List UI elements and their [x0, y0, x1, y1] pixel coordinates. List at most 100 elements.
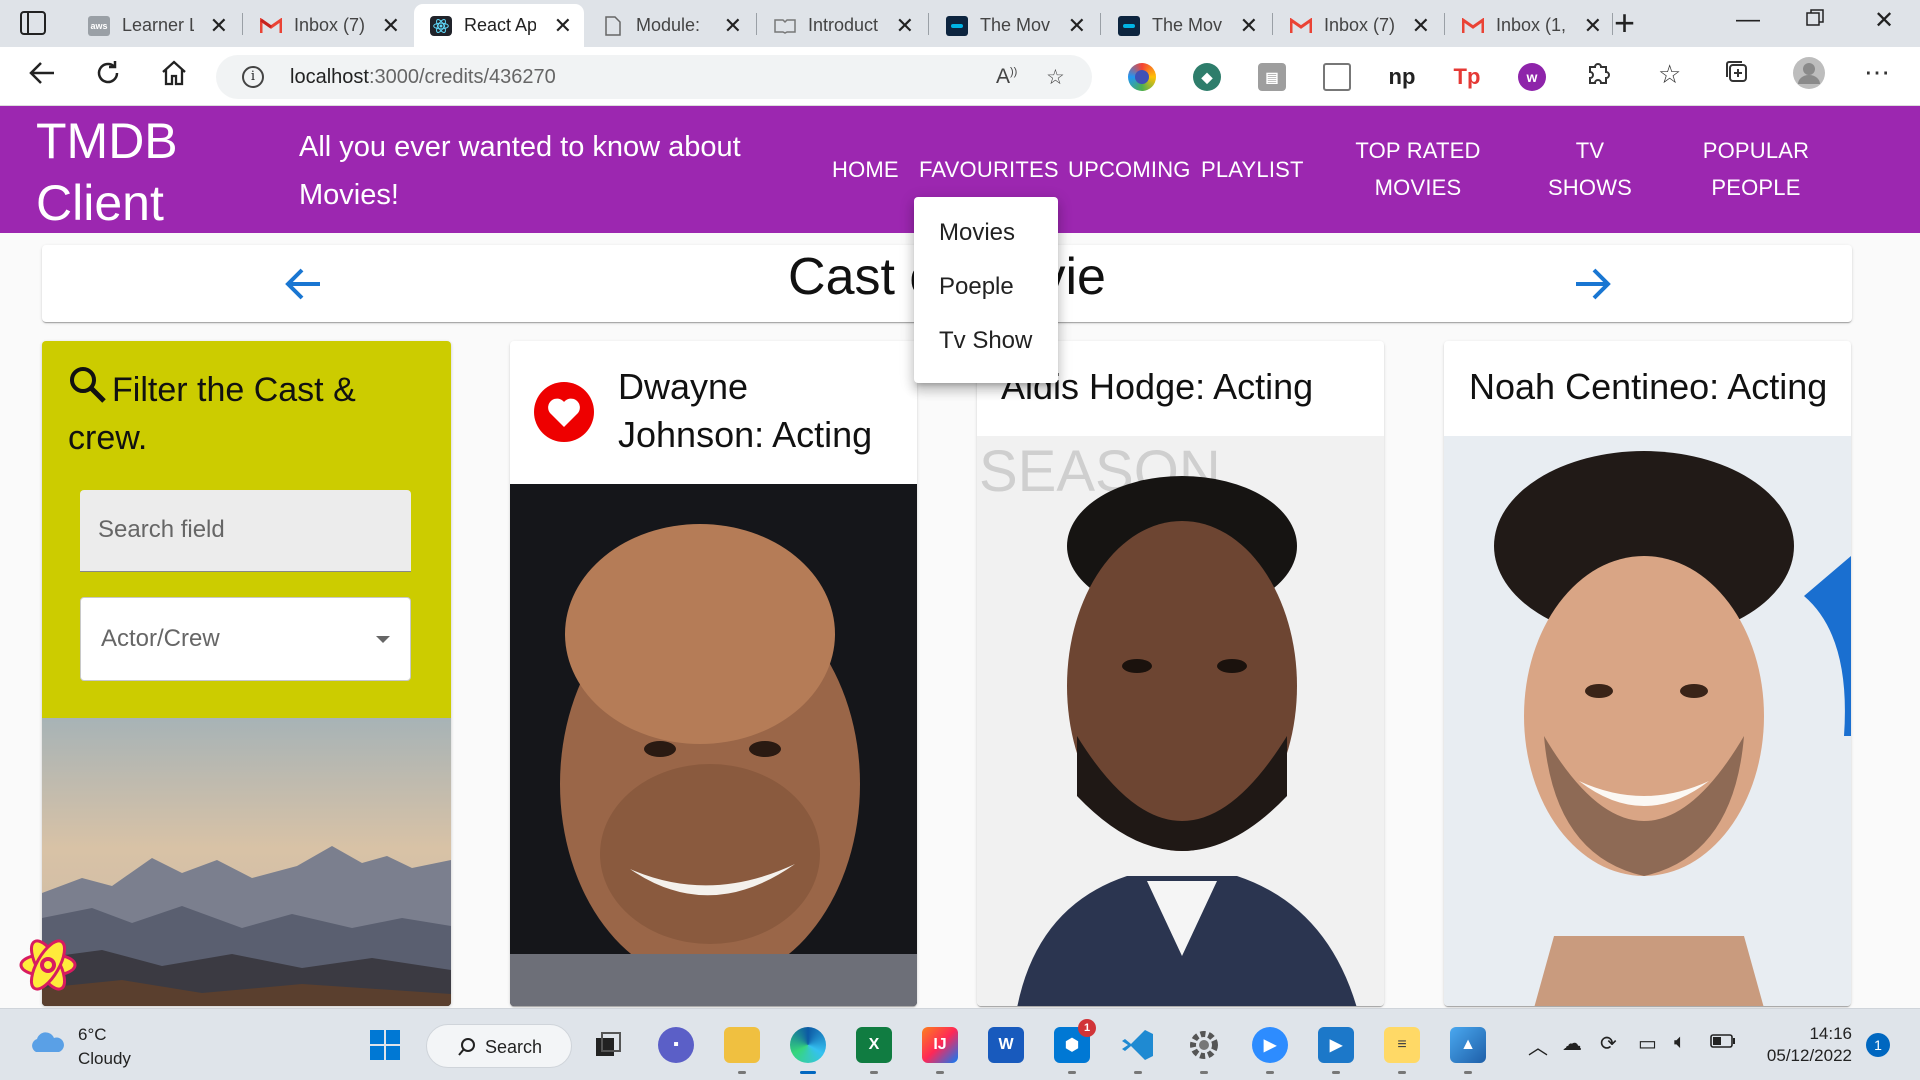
menu-item-people[interactable]: Poeple — [914, 267, 1058, 321]
collections-icon[interactable] — [1724, 59, 1750, 92]
close-tab-icon[interactable]: ✕ — [1068, 13, 1086, 39]
vscode-icon[interactable] — [1120, 1027, 1156, 1074]
more-menu-icon[interactable]: ⋯ — [1864, 57, 1890, 88]
nav-home[interactable]: HOME — [832, 151, 899, 188]
close-tab-icon[interactable]: ✕ — [724, 13, 742, 39]
word-icon[interactable]: W — [988, 1027, 1024, 1063]
nav-popular-people[interactable]: POPULAR PEOPLE — [1698, 132, 1814, 206]
browser-tab[interactable]: The Mov ✕ — [930, 4, 1098, 47]
weather-widget[interactable]: 6°C Cloudy — [28, 1023, 131, 1071]
heart-icon — [548, 398, 580, 427]
system-clock[interactable]: 14:16 05/12/2022 — [1758, 1023, 1852, 1067]
app-brand[interactable]: TMDB Client — [36, 110, 256, 234]
cast-name: Dwayne Johnson: Acting — [618, 366, 873, 455]
chevron-down-icon — [376, 636, 390, 643]
close-tab-icon[interactable]: ✕ — [1240, 13, 1258, 39]
browser-tab[interactable]: aws Learner L ✕ — [72, 4, 240, 47]
close-tab-icon[interactable]: ✕ — [1412, 13, 1430, 39]
media-player-icon[interactable]: ▶ — [1318, 1027, 1354, 1074]
aws-icon: aws — [88, 15, 110, 36]
tab-title: Learner L — [122, 15, 194, 35]
arrow-right-icon — [1576, 268, 1611, 300]
onedrive-cloud-icon[interactable]: ☁ — [1562, 1031, 1582, 1056]
read-aloud-icon[interactable]: A)) — [996, 65, 1017, 89]
browser-tab[interactable]: Inbox (7) ✕ — [244, 4, 412, 47]
nav-top-rated-movies[interactable]: TOP RATED MOVIES — [1352, 132, 1484, 206]
favourites-icon[interactable]: ☆ — [1658, 59, 1681, 90]
photos-icon[interactable]: ▲ — [1450, 1027, 1486, 1074]
browser-tab-active[interactable]: React Ap ✕ — [414, 4, 584, 47]
network-icon[interactable]: ▭ — [1638, 1031, 1657, 1056]
url-text[interactable]: localhost:3000/credits/436270 — [290, 66, 556, 89]
start-windows-icon[interactable] — [367, 1027, 403, 1063]
extension-w-icon[interactable]: w — [1518, 63, 1546, 91]
new-tab-plus-icon[interactable]: + — [1614, 2, 1635, 44]
minimize-icon[interactable]: — — [1736, 6, 1760, 34]
site-info-icon[interactable]: i — [242, 66, 264, 88]
url-bar[interactable]: i localhost:3000/credits/436270 A)) ☆ — [216, 55, 1092, 99]
store-icon[interactable]: ⬢ 1 — [1054, 1019, 1096, 1074]
search-input[interactable]: Search field — [80, 490, 411, 572]
menu-item-tv-show[interactable]: Tv Show — [914, 321, 1058, 375]
tab-title: Introduct — [808, 15, 879, 35]
clock-date: 05/12/2022 — [1766, 1046, 1852, 1065]
chevron-up-icon[interactable]: ︿ — [1528, 1031, 1548, 1060]
extension-np-icon[interactable]: np — [1388, 63, 1416, 91]
menu-item-movies[interactable]: Movies — [914, 213, 1058, 267]
browser-tab[interactable]: Module: ✕ — [586, 4, 754, 47]
browser-tab[interactable]: The Mov ✕ — [1102, 4, 1270, 47]
volume-icon[interactable]: 🔈︎ — [1674, 1031, 1686, 1054]
extension-color-icon[interactable] — [1128, 63, 1156, 91]
forward-arrow-button[interactable] — [1570, 261, 1616, 307]
notepad-icon[interactable]: ≡ — [1384, 1027, 1420, 1074]
browser-tab[interactable]: Introduct ✕ — [758, 4, 926, 47]
cast-card[interactable]: Dwayne Johnson: Acting — [510, 341, 917, 1006]
edge-browser-icon[interactable] — [790, 1027, 826, 1074]
profile-avatar-icon[interactable] — [1792, 56, 1826, 97]
nav-tv-shows[interactable]: TV SHOWS — [1546, 132, 1634, 206]
browser-toolbar: i localhost:3000/credits/436270 A)) ☆ ◆ … — [0, 47, 1920, 106]
cast-photo — [1444, 436, 1851, 1006]
zoom-icon[interactable]: ▶ — [1252, 1027, 1288, 1074]
back-arrow-icon[interactable] — [28, 59, 56, 95]
clock-time: 14:16 — [1809, 1024, 1852, 1043]
cast-card[interactable]: Aldis Hodge: Acting SEASON — [977, 341, 1384, 1006]
task-view-icon[interactable] — [590, 1027, 626, 1063]
browser-tab-bar: aws Learner L ✕ Inbox (7) ✕ React Ap ✕ M… — [0, 0, 1920, 47]
restore-icon[interactable] — [1806, 6, 1824, 34]
close-tab-icon[interactable]: ✕ — [1584, 13, 1602, 39]
file-explorer-icon[interactable] — [724, 1027, 760, 1074]
add-favourite-icon[interactable]: ☆ — [1046, 65, 1065, 90]
browser-tab[interactable]: Inbox (1, ✕ — [1446, 4, 1614, 47]
close-tab-icon[interactable]: ✕ — [210, 13, 228, 39]
extensions-puzzle-icon[interactable] — [1586, 59, 1612, 92]
close-tab-icon[interactable]: ✕ — [382, 13, 400, 39]
nav-upcoming[interactable]: UPCOMING — [1068, 151, 1191, 188]
close-tab-icon[interactable]: ✕ — [554, 13, 572, 39]
nav-playlist[interactable]: PLAYLIST — [1201, 151, 1304, 188]
intellij-icon[interactable]: IJ — [922, 1027, 958, 1074]
extension-stack-icon[interactable]: ▤ — [1258, 63, 1286, 91]
tab-title: The Mov — [980, 15, 1051, 35]
excel-icon[interactable]: X — [856, 1027, 892, 1074]
actor-crew-select[interactable]: Actor/Crew — [80, 597, 411, 681]
extension-page-icon[interactable] — [1323, 63, 1351, 91]
react-devtools-icon[interactable] — [17, 934, 79, 996]
extension-shield-icon[interactable]: ◆ — [1193, 63, 1221, 91]
nav-favourites[interactable]: FAVOURITES — [919, 151, 1059, 188]
extension-tp-icon[interactable]: Tp — [1453, 63, 1481, 91]
browser-tab[interactable]: Inbox (7) ✕ — [1274, 4, 1442, 47]
notification-badge[interactable]: 1 — [1866, 1033, 1890, 1057]
sync-icon[interactable]: ⟳ — [1600, 1031, 1617, 1056]
taskbar-search[interactable]: Search — [426, 1024, 572, 1068]
teams-chat-icon[interactable]: ▪ — [658, 1027, 694, 1063]
close-window-icon[interactable]: ✕ — [1874, 6, 1894, 35]
tab-actions-icon[interactable] — [20, 11, 46, 35]
cloud-icon — [32, 1032, 64, 1052]
cast-card[interactable]: Noah Centineo: Acting — [1444, 341, 1851, 1006]
settings-gear-icon[interactable] — [1186, 1027, 1222, 1074]
home-icon[interactable] — [160, 59, 188, 95]
close-tab-icon[interactable]: ✕ — [896, 13, 914, 39]
refresh-icon[interactable] — [94, 59, 122, 95]
battery-icon[interactable] — [1710, 1031, 1736, 1054]
